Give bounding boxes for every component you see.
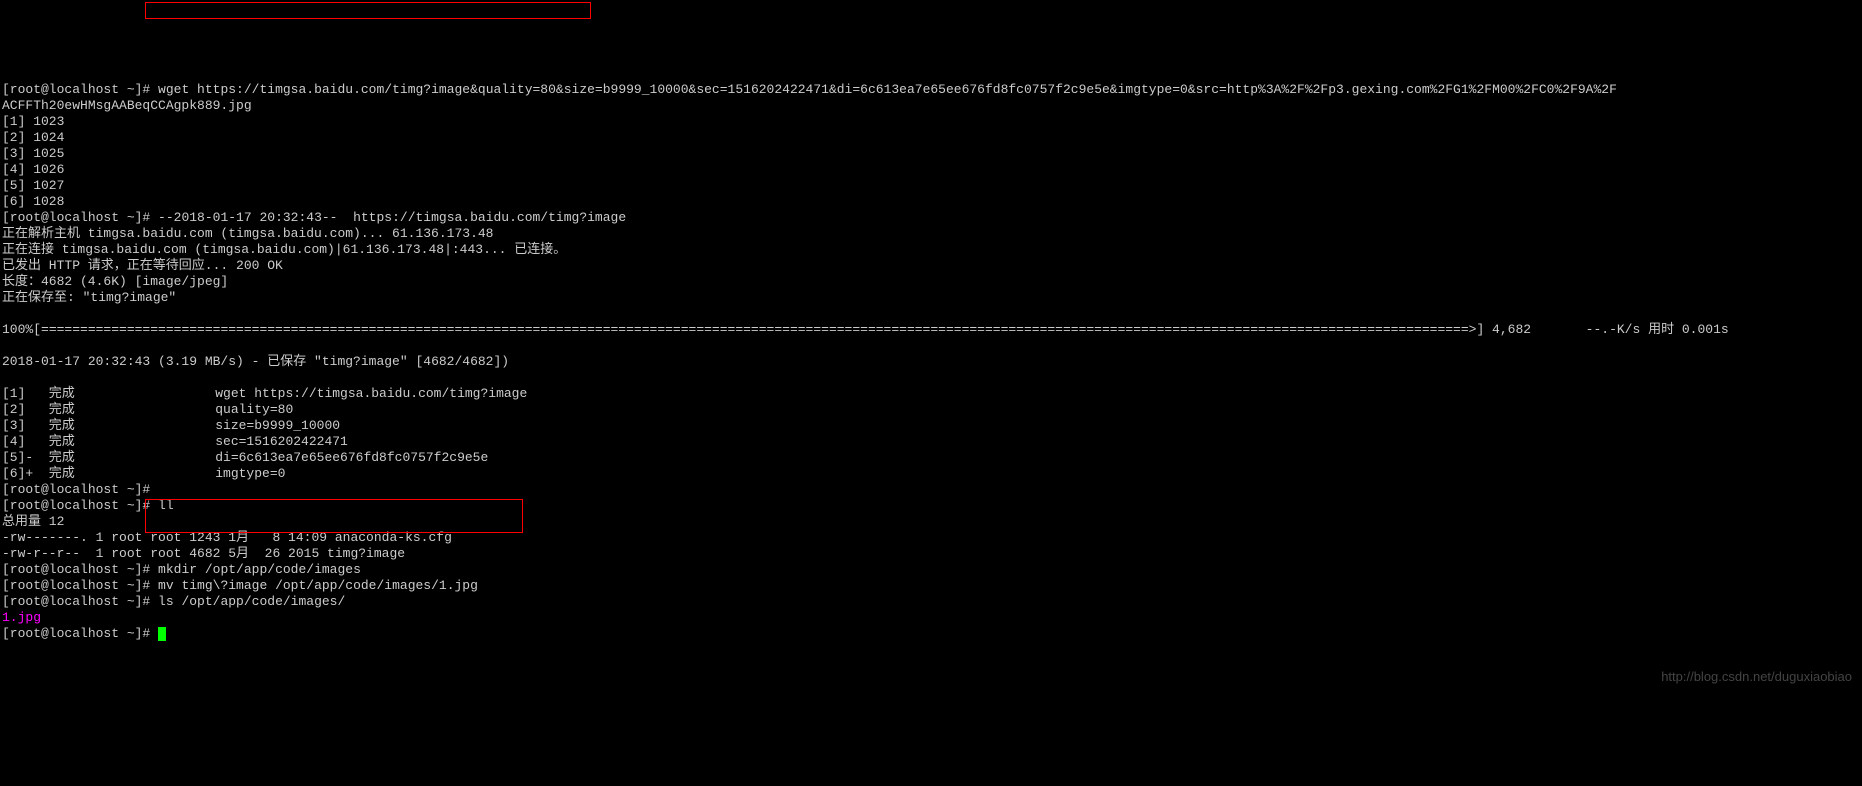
cursor-icon bbox=[158, 627, 166, 641]
bg-job: [3] 1025 bbox=[2, 146, 64, 161]
ll-row: -rw-r--r-- 1 root root 4682 5月 26 2015 t… bbox=[2, 546, 405, 561]
wget-length: 长度：4682 (4.6K) [image/jpeg] bbox=[2, 274, 228, 289]
wget-saving: 正在保存至: "timg?image" bbox=[2, 290, 176, 305]
ll-row: -rw-------. 1 root root 1243 1月 8 14:09 … bbox=[2, 530, 452, 545]
cmd-wget: [root@localhost ~]# wget https://timgsa.… bbox=[2, 82, 1617, 97]
job-done: [2] 完成 quality=80 bbox=[2, 402, 293, 417]
blank bbox=[2, 338, 10, 353]
ll-total: 总用量 12 bbox=[2, 514, 64, 529]
cmd-mkdir: [root@localhost ~]# mkdir /opt/app/code/… bbox=[2, 562, 361, 577]
wget-connect: 正在连接 timgsa.baidu.com (timgsa.baidu.com)… bbox=[2, 242, 566, 257]
terminal[interactable]: [root@localhost ~]# wget https://timgsa.… bbox=[0, 64, 1862, 642]
prompt-empty: [root@localhost ~]# bbox=[2, 482, 158, 497]
job-done: [4] 完成 sec=1516202422471 bbox=[2, 434, 348, 449]
highlight-box-wget bbox=[145, 2, 591, 19]
wget-progress: 100%[===================================… bbox=[2, 322, 1729, 337]
wget-time: [root@localhost ~]# --2018-01-17 20:32:4… bbox=[2, 210, 626, 225]
bg-job: [2] 1024 bbox=[2, 130, 64, 145]
blank bbox=[2, 370, 10, 385]
cmd-wget-cont: ACFFTh20ewHMsgAABeqCCAgpk889.jpg bbox=[2, 98, 252, 113]
bg-job: [6] 1028 bbox=[2, 194, 64, 209]
cmd-ls: [root@localhost ~]# ls /opt/app/code/ima… bbox=[2, 594, 345, 609]
job-done: [6]+ 完成 imgtype=0 bbox=[2, 466, 285, 481]
cmd-ll: [root@localhost ~]# ll bbox=[2, 498, 174, 513]
prompt-cursor[interactable]: [root@localhost ~]# bbox=[2, 626, 166, 641]
blank bbox=[2, 306, 10, 321]
wget-saved: 2018-01-17 20:32:43 (3.19 MB/s) - 已保存 "t… bbox=[2, 354, 509, 369]
wget-http: 已发出 HTTP 请求，正在等待回应... 200 OK bbox=[2, 258, 283, 273]
bg-job: [4] 1026 bbox=[2, 162, 64, 177]
job-done: [3] 完成 size=b9999_10000 bbox=[2, 418, 340, 433]
job-done: [1] 完成 wget https://timgsa.baidu.com/tim… bbox=[2, 386, 527, 401]
cmd-mv: [root@localhost ~]# mv timg\?image /opt/… bbox=[2, 578, 478, 593]
watermark: http://blog.csdn.net/duguxiaobiao bbox=[1661, 669, 1852, 685]
bg-job: [1] 1023 bbox=[2, 114, 64, 129]
bg-job: [5] 1027 bbox=[2, 178, 64, 193]
wget-resolve: 正在解析主机 timgsa.baidu.com (timgsa.baidu.co… bbox=[2, 226, 493, 241]
ls-output: 1.jpg bbox=[2, 610, 41, 625]
job-done: [5]- 完成 di=6c613ea7e65ee676fd8fc0757f2c9… bbox=[2, 450, 488, 465]
